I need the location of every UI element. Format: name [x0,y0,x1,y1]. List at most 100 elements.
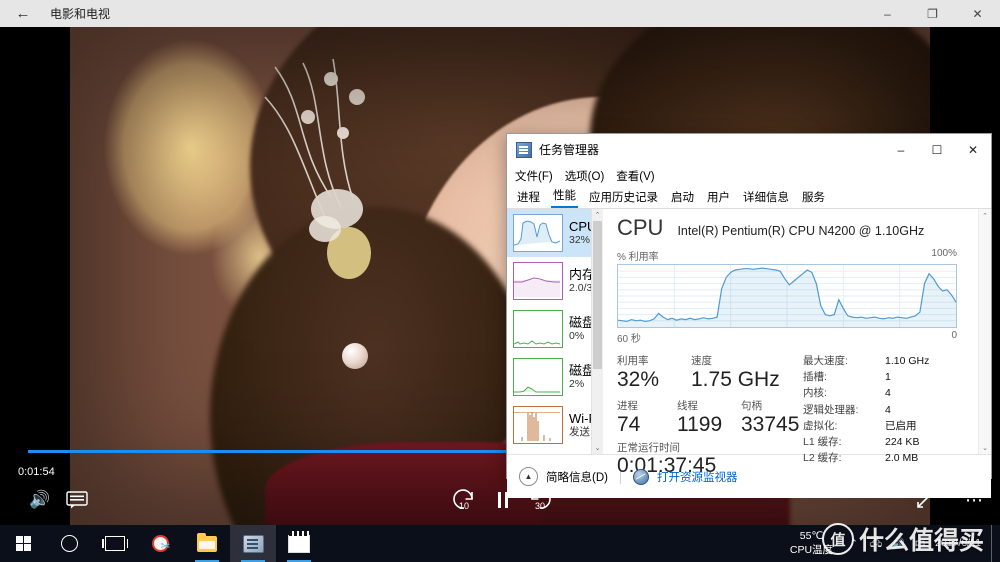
handles-value: 33745 [741,412,800,436]
detail-scrollbar[interactable]: ⌃ ⌄ [978,209,991,454]
menu-options[interactable]: 选项(O) [565,168,605,184]
volume-icon[interactable]: 🔊 [887,537,909,550]
volume-icon[interactable]: 🔊 [26,487,54,513]
ime-icon[interactable]: 中 [909,536,931,552]
spec-value: 1.10 GHz [885,355,930,367]
cpu-model-label: Intel(R) Pentium(R) CPU N4200 @ 1.10GHz [677,224,925,238]
tab-processes[interactable]: 进程 [515,188,542,208]
stat-values-row2: 74 1199 33745 [617,413,803,437]
movies-tv-title: 电影和电视 [50,7,111,21]
tab-services[interactable]: 服务 [800,188,827,208]
task-manager-button[interactable] [230,525,276,562]
tab-startup[interactable]: 启动 [669,188,696,208]
snipping-tool-button[interactable]: ✂ [138,525,184,562]
spec-value: 已启用 [885,419,917,432]
task-view-button[interactable] [92,525,138,562]
maximize-button[interactable]: ☐ [919,134,955,165]
svg-text:10: 10 [459,501,469,511]
network-icon[interactable]: 🖧 [865,534,887,553]
snipping-tool-icon: ✂ [151,535,171,552]
utilization-label: 利用率 [617,355,649,367]
movies-tv-titlebar: ← 电影和电视 – ❐ ✕ [0,0,1000,27]
chevron-up-icon[interactable]: ⌃ [843,538,865,549]
windows-logo-icon [15,536,31,551]
task-manager-window: 任务管理器 – ☐ ✕ 文件(F) 选项(O) 查看(V) 进程 性能 应用历史… [506,133,992,498]
start-button[interactable] [0,525,46,562]
minimize-button[interactable]: – [865,0,910,27]
cortana-button[interactable] [46,525,92,562]
disk1-thumbnail-graph [513,358,563,396]
task-manager-icon [242,534,264,553]
cpu-specs: 最大速度: 1.10 GHz 插槽: 1 内核: 4 逻辑处理器: 4 虚拟化: 已启用 … [803,353,991,477]
back-arrow-icon[interactable]: ← [0,0,46,27]
disk0-thumbnail-graph [513,310,563,348]
graph-y-label: % 利用率 [617,252,659,263]
spec-row: 最大速度: 1.10 GHz [803,353,991,369]
cpu-detail-pane: CPU Intel(R) Pentium(R) CPU N4200 @ 1.10… [603,209,991,477]
tab-details[interactable]: 详细信息 [741,188,791,208]
spec-key: L2 缓存: [803,452,842,465]
cpu-temperature-widget[interactable]: 55℃ CPU温度 [790,530,833,556]
menu-view[interactable]: 查看(V) [616,168,654,184]
show-desktop-button[interactable] [991,525,1000,562]
sidebar-item-cpu[interactable]: CPU 32% 1. [507,209,603,257]
rewind-10-button[interactable]: 10 [450,487,478,513]
task-manager-title: 任务管理器 [539,143,600,157]
tab-bar: 进程 性能 应用历史记录 启动 用户 详细信息 服务 [507,186,991,209]
uptime-label: 正常运行时间 [617,442,680,455]
stat-labels-row1: 利用率 速度 [617,353,803,368]
tab-users[interactable]: 用户 [705,188,732,208]
resource-monitor-icon[interactable] [632,468,649,485]
graph-x-start: 60 秒 [617,334,641,345]
sidebar-item-disk1[interactable]: 磁盘 1 2% [507,353,603,401]
scroll-down-icon[interactable]: ⌄ [979,441,991,454]
tab-performance[interactable]: 性能 [551,186,578,208]
movies-tv-button[interactable] [276,525,322,562]
closed-caption-icon[interactable] [64,489,90,511]
spec-row: L1 缓存: 224 KB [803,434,991,450]
spec-key: 虚拟化: [803,419,838,432]
speed-value: 1.75 GHz [691,368,780,391]
restore-button[interactable]: ❐ [910,0,955,27]
task-manager-titlebar: 任务管理器 – ☐ ✕ [507,134,991,165]
cpu-temp-label: CPU温度 [789,543,834,556]
spec-value: 224 KB [885,436,920,449]
resource-list[interactable]: CPU 32% 1. 内存 2.0/3.9 磁盘 (0% 磁盘 1 2% Wi… [507,209,603,454]
cpu-header: CPU Intel(R) Pentium(R) CPU N4200 @ 1.10… [617,215,991,241]
tab-app-history[interactable]: 应用历史记录 [587,188,660,208]
sidebar-scrollbar[interactable]: ⌃ ⌄ [591,209,603,454]
folder-icon [197,532,217,552]
close-button[interactable]: ✕ [955,134,991,165]
scroll-down-icon[interactable]: ⌄ [592,442,603,454]
chevron-up-icon[interactable]: ▲ [519,467,538,486]
sidebar-item-wifi[interactable]: Wi-Fi 发送: 0 [507,401,603,449]
cortana-circle-icon [60,535,78,552]
spec-key: 最大速度: [803,355,848,367]
scroll-up-icon[interactable]: ⌃ [592,209,603,221]
clock[interactable]: 2017/6/11 [931,537,991,550]
spec-value: 1 [885,371,891,384]
scroll-up-icon[interactable]: ⌃ [979,209,991,222]
cpu-thumbnail-graph [513,214,563,252]
utilization-value: 32% [617,368,660,391]
fewer-details-label[interactable]: 简略信息(D) [546,469,608,485]
close-button[interactable]: ✕ [955,0,1000,27]
sidebar-item-disk0[interactable]: 磁盘 ( 0% [507,305,603,353]
sidebar-item-memory[interactable]: 内存 2.0/3.9 [507,257,603,305]
task-view-icon [102,536,128,551]
menu-bar: 文件(F) 选项(O) 查看(V) [507,165,991,186]
screen-root: ← 电影和电视 – ❐ ✕ 0:01:54 🔊 10 30 ⋯ 任务管理器 – … [0,0,1000,562]
scrollbar-thumb[interactable] [593,221,602,369]
spec-row: L2 缓存: 2.0 MB [803,450,991,466]
menu-file[interactable]: 文件(F) [515,168,553,184]
task-manager-icon [516,141,532,158]
spec-key: 内核: [803,387,827,400]
processes-label: 进程 [617,399,638,412]
minimize-button[interactable]: – [883,134,919,165]
spec-row: 虚拟化: 已启用 [803,418,991,434]
page-title: CPU [617,215,664,240]
handles-label: 句柄 [741,399,762,412]
stat-values-row1: 32% 1.75 GHz [617,368,803,392]
cpu-stats: 利用率 速度 32% 1.75 GHz 进程 线程 句柄 74 1199 337… [617,353,991,477]
file-explorer-button[interactable] [184,525,230,562]
